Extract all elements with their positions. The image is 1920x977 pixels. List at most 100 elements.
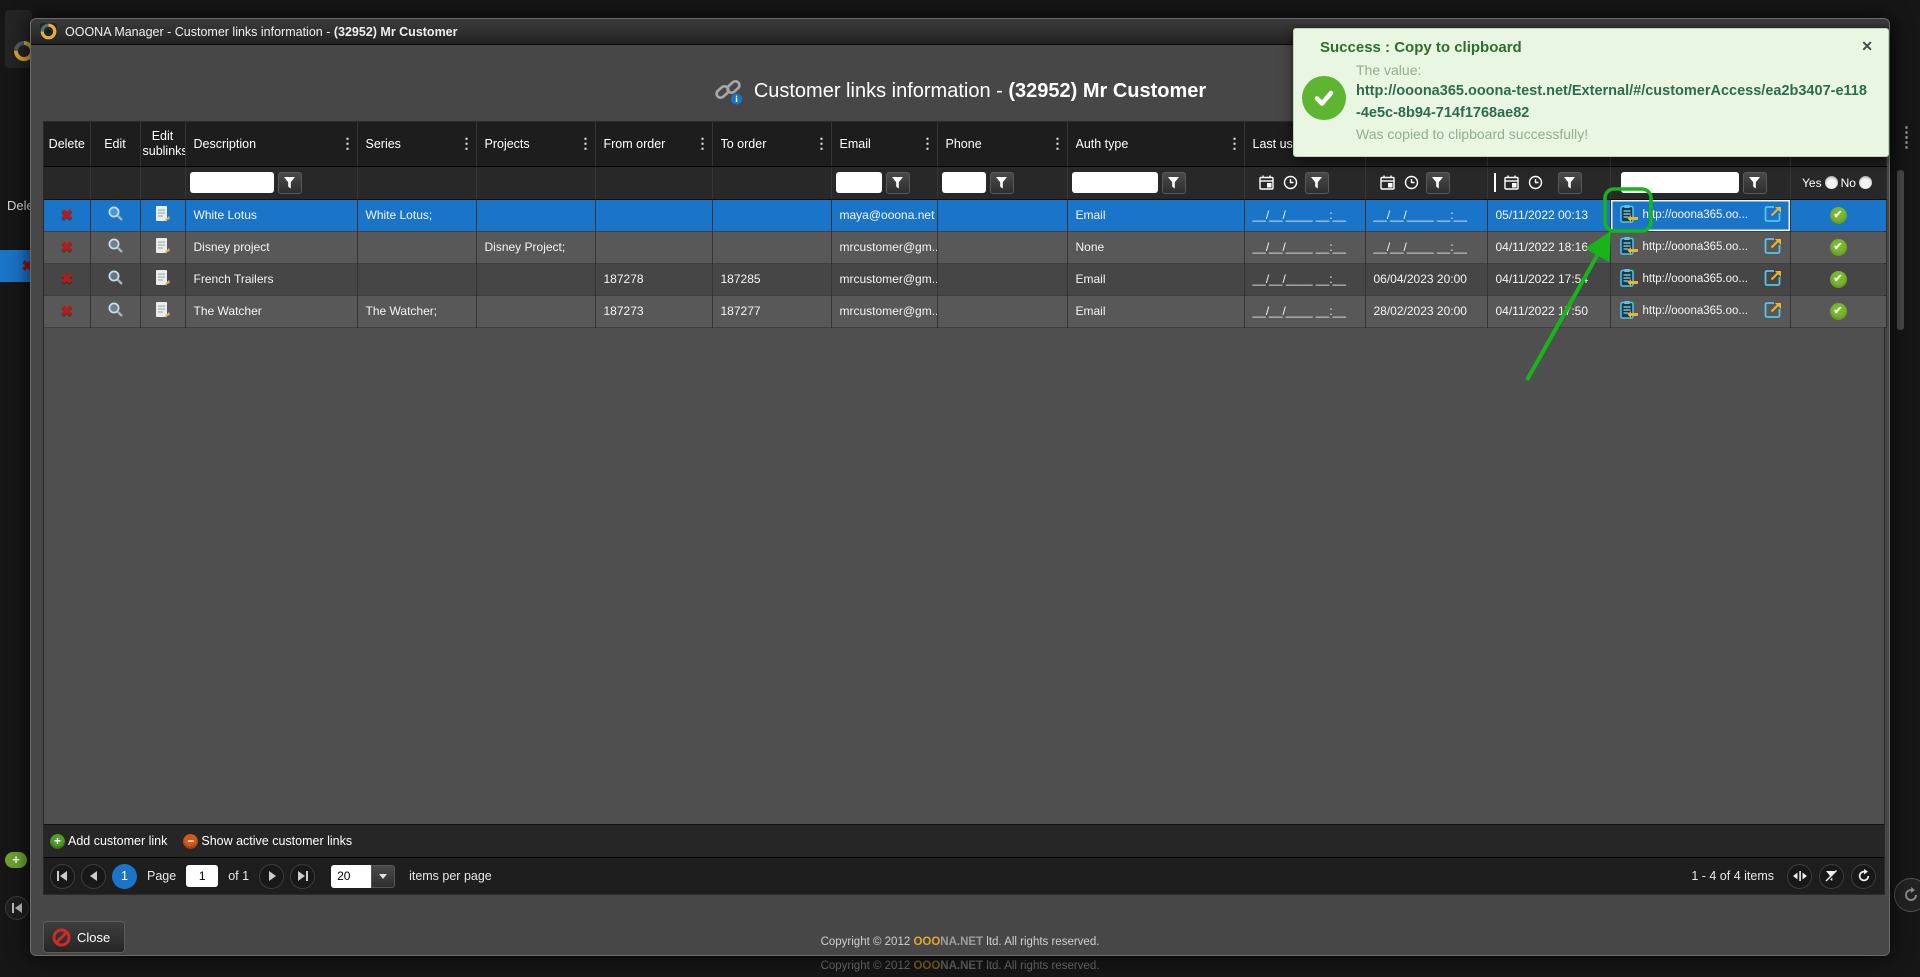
series-cell: The Watcher;: [357, 295, 476, 327]
filter-funnel-button[interactable]: [990, 172, 1014, 194]
clock-icon[interactable]: [1526, 173, 1546, 193]
filter-funnel-button[interactable]: [1558, 172, 1582, 194]
col-description[interactable]: Description⋮: [185, 122, 357, 166]
column-menu-icon[interactable]: ⋮: [696, 135, 708, 152]
auth-type-filter-input[interactable]: [1072, 172, 1158, 193]
email-filter-input[interactable]: [836, 172, 882, 193]
col-to-order[interactable]: To order⋮: [712, 122, 831, 166]
column-menu-icon[interactable]: ⋮: [815, 135, 827, 152]
edit-sublinks-icon[interactable]: [155, 211, 170, 225]
table-row[interactable]: ✖ The Watcher The Watcher; 187273 187277…: [44, 295, 1886, 327]
open-external-link-icon[interactable]: [1764, 237, 1782, 258]
open-external-link-icon[interactable]: [1764, 205, 1782, 226]
col-email[interactable]: Email⋮: [831, 122, 937, 166]
column-menu-icon[interactable]: ⋮: [1228, 135, 1240, 152]
filter-funnel-button[interactable]: [1162, 172, 1186, 194]
filter-funnel-button[interactable]: [278, 172, 302, 194]
col-phone[interactable]: Phone⋮: [937, 122, 1067, 166]
calendar-icon[interactable]: [1502, 173, 1522, 193]
toast-close-icon[interactable]: ✕: [1861, 38, 1873, 55]
edit-sublinks-icon[interactable]: [155, 243, 170, 257]
auth-type-cell: Email: [1067, 295, 1244, 327]
description-filter-input[interactable]: [190, 172, 274, 193]
background-selected-row: ✖: [0, 250, 30, 282]
column-menu-icon[interactable]: ⋮: [460, 135, 472, 152]
delete-icon[interactable]: ✖: [60, 239, 73, 256]
current-page-button[interactable]: 1: [112, 864, 137, 889]
created-cell: 04/11/2022 18:16: [1487, 231, 1610, 263]
created-cell: 04/11/2022 17:50: [1487, 295, 1610, 327]
phone-cell: [937, 295, 1067, 327]
column-menu-icon[interactable]: ⋮: [579, 135, 591, 152]
column-menu-icon[interactable]: ⋮: [341, 135, 353, 152]
yes-radio[interactable]: [1825, 176, 1838, 189]
table-row[interactable]: ✖ White Lotus White Lotus; maya@ooona.ne…: [44, 199, 1886, 231]
first-page-button[interactable]: [50, 864, 75, 889]
page-number-input[interactable]: [186, 865, 218, 887]
background-add-icon: +: [5, 852, 27, 868]
series-cell: [357, 231, 476, 263]
phone-filter-input[interactable]: [942, 172, 986, 193]
no-radio[interactable]: [1859, 176, 1872, 189]
col-delete: Delete: [44, 122, 90, 166]
url-text: http://ooona365.oo...: [1643, 209, 1759, 221]
next-page-button[interactable]: [259, 864, 284, 889]
copy-to-clipboard-icon[interactable]: [1619, 268, 1638, 291]
background-column-menu-icon: ⋮⋮: [1899, 128, 1914, 148]
copy-to-clipboard-icon[interactable]: [1619, 204, 1638, 227]
col-auth-type[interactable]: Auth type⋮: [1067, 122, 1244, 166]
delete-icon[interactable]: ✖: [60, 271, 73, 288]
url-text: http://ooona365.oo...: [1643, 241, 1759, 253]
copy-to-clipboard-icon[interactable]: [1619, 236, 1638, 259]
col-from-order[interactable]: From order⋮: [595, 122, 712, 166]
edit-icon[interactable]: [107, 211, 124, 225]
table-row[interactable]: ✖ French Trailers 187278 187285 mrcustom…: [44, 263, 1886, 295]
clear-filters-button[interactable]: [1819, 864, 1844, 889]
calendar-icon[interactable]: [1257, 173, 1277, 193]
fit-columns-button[interactable]: [1787, 864, 1812, 889]
filter-funnel-button[interactable]: [1743, 172, 1767, 194]
page-size-select[interactable]: [331, 865, 395, 888]
clock-icon[interactable]: [1402, 173, 1422, 193]
edit-icon[interactable]: [107, 243, 124, 257]
delete-icon[interactable]: ✖: [60, 303, 73, 320]
open-external-link-icon[interactable]: [1764, 301, 1782, 322]
filter-funnel-button[interactable]: [1426, 172, 1450, 194]
copy-to-clipboard-icon[interactable]: [1619, 300, 1638, 323]
page-size-dropdown-button[interactable]: [371, 865, 395, 888]
filter-funnel-button[interactable]: [1305, 172, 1329, 194]
last-page-button[interactable]: [290, 864, 315, 889]
refresh-button[interactable]: [1851, 864, 1876, 889]
to-order-cell: 187277: [712, 295, 831, 327]
col-series[interactable]: Series⋮: [357, 122, 476, 166]
open-external-link-icon[interactable]: [1764, 269, 1782, 290]
column-menu-icon[interactable]: ⋮: [921, 135, 933, 152]
url-filter-input[interactable]: [1621, 172, 1739, 193]
from-order-cell: 187273: [595, 295, 712, 327]
background-grid-header: Delete: [7, 198, 32, 213]
page-size-value[interactable]: [331, 865, 371, 888]
add-customer-link-button[interactable]: + Add customer link: [50, 834, 167, 849]
filter-funnel-button[interactable]: [886, 172, 910, 194]
calendar-icon[interactable]: [1378, 173, 1398, 193]
table-row[interactable]: ✖ Disney project Disney Project; mrcusto…: [44, 231, 1886, 263]
expiration-cell: __/__/____ __:__: [1365, 231, 1487, 263]
created-cell: 05/11/2022 00:13: [1487, 199, 1610, 231]
no-label: No: [1841, 176, 1856, 190]
edit-icon[interactable]: [107, 275, 124, 289]
to-order-cell: [712, 199, 831, 231]
col-projects[interactable]: Projects⋮: [476, 122, 595, 166]
toast-message: Was copied to clipboard successfully!: [1356, 124, 1870, 144]
edit-sublinks-icon[interactable]: [155, 275, 170, 289]
from-order-cell: [595, 231, 712, 263]
col-edit: Edit: [90, 122, 140, 166]
column-menu-icon[interactable]: ⋮: [1051, 135, 1063, 152]
clock-icon[interactable]: [1281, 173, 1301, 193]
edit-sublinks-icon[interactable]: [155, 307, 170, 321]
delete-icon[interactable]: ✖: [60, 207, 73, 224]
page-label: Page: [147, 869, 176, 883]
show-active-customer-links-button[interactable]: − Show active customer links: [183, 834, 352, 849]
chevron-down-icon: [379, 874, 387, 879]
prev-page-button[interactable]: [81, 864, 106, 889]
edit-icon[interactable]: [107, 307, 124, 321]
